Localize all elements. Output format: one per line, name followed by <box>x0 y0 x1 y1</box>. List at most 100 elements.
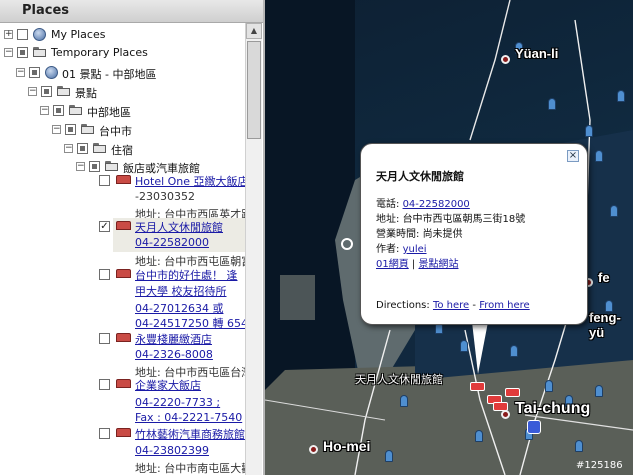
scroll-up-arrow-icon[interactable]: ▲ <box>246 23 262 39</box>
author-link[interactable]: yulei <box>403 244 427 255</box>
hotel-bed-marker-icon[interactable] <box>505 388 520 397</box>
level5-checkbox[interactable] <box>77 143 88 154</box>
placemark-name-link[interactable]: 台中市的好住處！ 逢 <box>135 267 238 283</box>
phone-label: 電話: <box>376 199 400 210</box>
placemark-pin-icon[interactable] <box>400 395 408 407</box>
collapse-icon[interactable]: − <box>4 48 13 57</box>
placemark-item[interactable]: 竹林藝術汽車商務旅館 04-23802399 地址: 台中市南屯區大觀 <box>0 425 247 475</box>
placemark-pin-icon[interactable] <box>595 385 603 397</box>
placemark-name-link[interactable]: 天月人文休閒旅館 <box>135 219 223 235</box>
tree-scrollbar[interactable]: ▲ <box>245 23 262 475</box>
placemark-pin-icon[interactable] <box>548 98 556 110</box>
placemark-checkbox[interactable] <box>99 175 110 186</box>
tree-item-level1[interactable]: − 01 景點 - 中部地區 <box>0 64 247 81</box>
placemark-item[interactable]: 企業家大飯店 04-2220-7733 ; Fax : 04-2221-7540 <box>0 376 247 424</box>
level4-checkbox[interactable] <box>65 124 76 135</box>
placemark-checkbox[interactable] <box>99 379 110 390</box>
placemark-item[interactable]: Hotel One 亞緻大飯店 -23030352 地址: 台中市西區英才路 <box>0 172 247 221</box>
tree-item-temporary-places[interactable]: − Temporary Places <box>0 44 247 60</box>
temporary-places-checkbox[interactable] <box>17 47 28 58</box>
collapse-icon[interactable]: − <box>16 68 25 77</box>
person-marker-icon[interactable] <box>527 420 541 434</box>
placemark-name-link[interactable]: 竹林藝術汽車商務旅館 <box>135 426 245 442</box>
tree-item-level3[interactable]: − 中部地區 <box>0 102 247 119</box>
phone-link[interactable]: 04-22582000 <box>403 199 470 210</box>
placemark-fax-link[interactable]: Fax : 04-2221-7540 <box>135 411 242 424</box>
placemark-address: 地址: 台中市南屯區大觀 <box>135 462 247 475</box>
placemark-phone-link[interactable]: 04-2326-8008 <box>135 348 213 361</box>
placemark-pin-icon[interactable] <box>610 205 618 217</box>
my-places-checkbox[interactable] <box>17 29 28 40</box>
city-dot-icon <box>309 445 318 454</box>
placemark-checkbox[interactable]: ✓ <box>99 221 110 232</box>
tree-item-level4[interactable]: − 台中市 <box>0 121 247 138</box>
level2-checkbox[interactable] <box>41 86 52 97</box>
level5-label: 住宿 <box>111 144 133 157</box>
placemark-pin-icon[interactable] <box>510 345 518 357</box>
placemark-pin-icon[interactable] <box>617 90 625 102</box>
placemark-pin-icon[interactable] <box>545 380 553 392</box>
placemark-checkbox[interactable] <box>99 269 110 280</box>
balloon-address-row: 地址: 台中市西屯區朝馬三街18號 <box>376 210 525 225</box>
my-places-globe-icon <box>33 28 46 41</box>
placemark-pin-icon[interactable] <box>585 125 593 137</box>
tree-item-my-places[interactable]: + My Places <box>0 26 247 42</box>
directions-separator: - <box>472 300 476 311</box>
placemark-name-link[interactable]: 企業家大飯店 <box>135 377 201 393</box>
scroll-thumb[interactable] <box>247 41 261 139</box>
hours-label: 營業時間: <box>376 229 420 240</box>
network-link-icon <box>45 66 58 79</box>
city-label-feng: fe <box>598 270 610 285</box>
folder-icon <box>57 86 71 96</box>
placemark-item[interactable]: 永豐棧麗緻酒店 04-2326-8008 地址: 台中市西屯區台灣 <box>0 330 247 379</box>
close-icon[interactable]: × <box>567 150 579 162</box>
level1-checkbox[interactable] <box>29 67 40 78</box>
hours-value: 尚未提供 <box>422 229 463 240</box>
directions-from-here-link[interactable]: From here <box>479 300 530 311</box>
image-credit: #125186 <box>576 460 623 471</box>
places-panel-header[interactable]: Places <box>0 0 263 23</box>
directions-to-here-link[interactable]: To here <box>433 300 469 311</box>
placemark-pin-icon[interactable] <box>575 440 583 452</box>
placemark-checkbox[interactable] <box>99 333 110 344</box>
balloon-title: 天月人文休閒旅館 <box>376 170 464 183</box>
expand-icon[interactable]: + <box>4 30 13 39</box>
placemark-phone-link[interactable]: 04-27012634 或 <box>135 300 223 316</box>
placemark-name-link-line2[interactable]: 甲大學 校友招待所 <box>135 283 227 299</box>
places-tree: + My Places − Temporary Places − 01 景點 -… <box>0 23 247 475</box>
hotel-bed-icon <box>116 221 131 230</box>
industrial-block <box>280 275 315 320</box>
placemark-name-link[interactable]: Hotel One 亞緻大飯店 <box>135 173 247 189</box>
placemark-phone-link-2[interactable]: 04-24517250 轉 6547 <box>135 315 247 331</box>
placemark-phone-link[interactable]: 04-22582000 <box>135 236 209 249</box>
hotel-bed-icon <box>116 333 131 342</box>
placemark-phone-link[interactable]: 04-23802399 <box>135 444 209 457</box>
placemark-pin-icon[interactable] <box>385 450 393 462</box>
placemark-checkbox[interactable] <box>99 428 110 439</box>
hotel-bed-icon <box>116 428 131 437</box>
balloon-hours-row: 營業時間: 尚未提供 <box>376 225 463 240</box>
tree-item-level5[interactable]: − 住宿 <box>0 140 247 157</box>
collapse-icon[interactable]: − <box>52 125 61 134</box>
collapse-icon[interactable]: − <box>40 106 49 115</box>
link-separator: | <box>411 259 416 270</box>
collapse-icon[interactable]: − <box>76 162 85 171</box>
level3-checkbox[interactable] <box>53 105 64 116</box>
placemark-name-link[interactable]: 永豐棧麗緻酒店 <box>135 331 212 347</box>
placemark-item-selected[interactable]: ✓ 天月人文休閒旅館 04-22582000 地址: 台中市西屯區朝富 <box>0 218 247 268</box>
placemark-pin-icon[interactable] <box>460 340 468 352</box>
hotel-bed-icon <box>116 175 131 184</box>
collapse-icon[interactable]: − <box>64 144 73 153</box>
site-link[interactable]: 景點網站 <box>418 259 458 270</box>
placemark-phone-link[interactable]: 04-2220-7733 ; <box>135 396 220 409</box>
webpage-link[interactable]: 01網頁 <box>376 259 409 270</box>
placemark-item[interactable]: 台中市的好住處！ 逢 甲大學 校友招待所 04-27012634 或 04-24… <box>0 266 247 331</box>
selected-marker-label: 天月人文休閒旅館 <box>355 374 443 386</box>
placemark-pin-icon[interactable] <box>475 430 483 442</box>
collapse-icon[interactable]: − <box>28 87 37 96</box>
placemark-pin-icon[interactable] <box>595 150 603 162</box>
hotel-bed-marker-icon[interactable] <box>470 382 485 391</box>
level6-checkbox[interactable] <box>89 161 100 172</box>
balloon-tail <box>472 322 488 374</box>
tree-item-level2[interactable]: − 景點 <box>0 83 247 100</box>
